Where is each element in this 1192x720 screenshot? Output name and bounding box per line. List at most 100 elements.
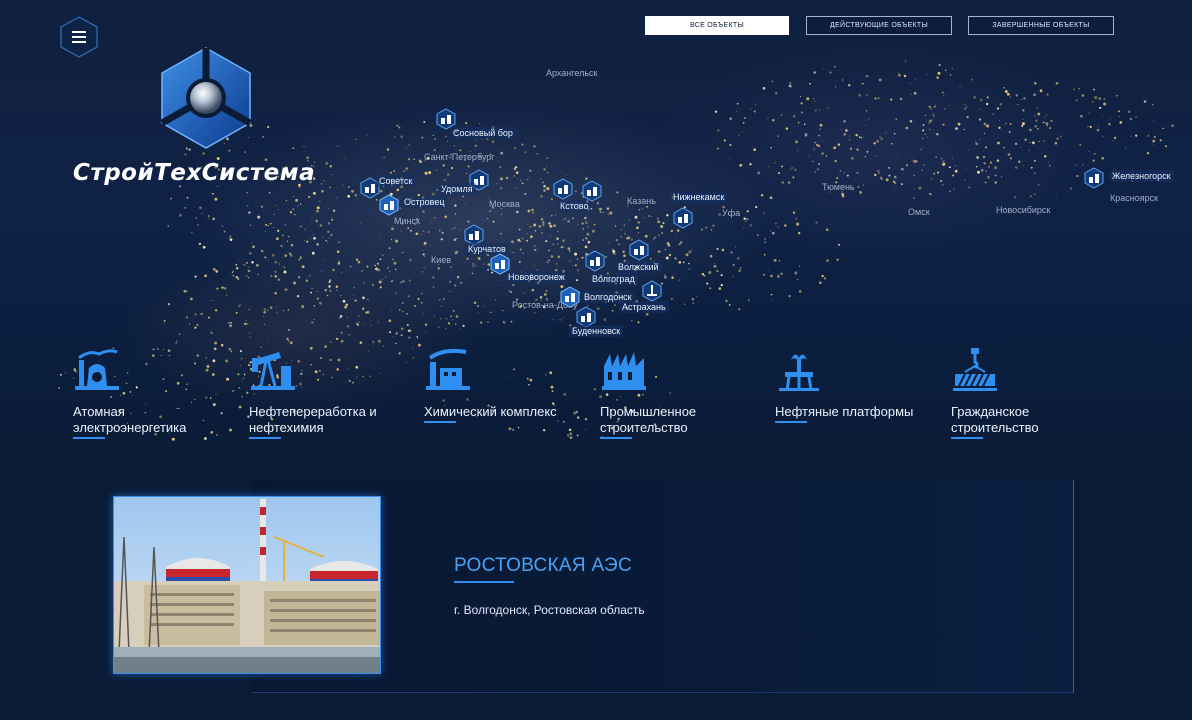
city-light-dot: [325, 161, 329, 165]
city-light-dot: [979, 138, 981, 141]
city-light-dot: [646, 205, 649, 208]
marker-kstovo-2[interactable]: [582, 180, 602, 202]
filter-active-objects-button[interactable]: ДЕЙСТВУЮЩИЕ ОБЪЕКТЫ: [806, 16, 952, 35]
city-light-dot: [848, 139, 850, 141]
project-title[interactable]: РОСТОВСКАЯ АЭС: [454, 555, 632, 577]
city-light-dot: [437, 267, 441, 270]
marker-label-kstovo[interactable]: Кстово: [557, 200, 592, 212]
marker-label-nizhnekamsk[interactable]: Нижнекамск: [670, 191, 728, 203]
city-light-dot: [1164, 145, 1168, 148]
category-nuclear[interactable]: Атомная электроэнергетика: [73, 346, 233, 439]
category-oil-platforms[interactable]: Нефтяные платформы: [775, 346, 935, 423]
city-light-dot: [1046, 93, 1049, 96]
category-civil[interactable]: Гражданское строительство: [951, 346, 1111, 439]
city-light-dot: [238, 305, 241, 308]
city-light-dot: [720, 274, 723, 277]
city-light-dot: [420, 234, 422, 236]
city-light-dot: [377, 339, 381, 343]
city-light-dot: [311, 217, 313, 219]
city-light-dot: [841, 129, 843, 131]
city-light-dot: [658, 234, 660, 236]
marker-label-volgograd[interactable]: Волгоград: [589, 273, 638, 285]
city-light-dot: [775, 92, 778, 95]
marker-label-udomlya[interactable]: Удомля: [438, 183, 476, 195]
brand-name: СтройТехСистема: [73, 160, 316, 186]
city-light-dot: [587, 240, 591, 244]
category-chemical[interactable]: Химический комплекс: [424, 346, 584, 423]
project-photo[interactable]: [113, 496, 381, 674]
marker-kstovo[interactable]: [553, 178, 573, 200]
marker-label-budennovsk[interactable]: Буденновск: [569, 325, 624, 337]
menu-button[interactable]: [60, 16, 98, 58]
logo[interactable]: [158, 46, 254, 150]
marker-volzhsky[interactable]: [629, 239, 649, 261]
city-light-dot: [396, 124, 399, 127]
city-light-dot: [865, 74, 869, 78]
marker-volgograd[interactable]: [585, 250, 605, 272]
city-light-dot: [434, 138, 437, 140]
city-light-dot: [794, 168, 797, 172]
marker-label-sosnovy-bor[interactable]: Сосновый бор: [450, 127, 516, 139]
city-light-dot: [582, 239, 584, 241]
city-light-dot: [402, 280, 405, 283]
city-light-dot: [382, 254, 384, 257]
city-light-dot: [971, 79, 973, 81]
city-light-dot: [248, 211, 251, 214]
city-light-dot: [311, 251, 315, 255]
category-industrial[interactable]: Промышленное строительство: [600, 346, 760, 439]
power-plant-photo: [114, 497, 380, 673]
marker-nizhnekamsk[interactable]: [673, 207, 693, 229]
city-light-dot: [862, 184, 864, 186]
city-light-dot: [586, 232, 590, 236]
city-light-dot: [282, 234, 284, 237]
marker-astrakhan[interactable]: [642, 280, 662, 302]
city-light-dot: [366, 134, 368, 136]
city-light-dot: [636, 226, 639, 230]
city-light-dot: [311, 321, 314, 324]
city-light-dot: [277, 229, 280, 232]
filter-all-objects-button[interactable]: ВСЕ ОБЪЕКТЫ: [645, 16, 789, 35]
city-light-dot: [235, 267, 239, 270]
marker-label-novovoronezh[interactable]: Нововоронеж: [505, 271, 568, 283]
category-underline: [951, 437, 983, 439]
city-light-dot: [371, 283, 375, 286]
city-light-dot: [433, 149, 436, 152]
city-light-dot: [795, 217, 798, 220]
city-light-dot: [510, 320, 513, 323]
city-light-dot: [328, 280, 331, 283]
marker-label-zheleznogorsk[interactable]: Железногорск: [1109, 170, 1174, 182]
city-light-dot: [283, 266, 285, 268]
city-light-dot: [1113, 140, 1115, 142]
city-light-dot: [825, 228, 829, 232]
marker-label-sovetsk[interactable]: Советск: [376, 175, 416, 187]
marker-label-astrakhan[interactable]: Астрахань: [619, 301, 669, 313]
city-light-dot: [265, 284, 267, 286]
city-light-dot: [1103, 98, 1106, 100]
city-light-dot: [402, 310, 404, 313]
city-light-dot: [274, 292, 277, 295]
marker-label-ostrovets[interactable]: Островец: [401, 196, 448, 208]
marker-zheleznogorsk[interactable]: [1084, 167, 1104, 189]
city-light-dot: [1005, 122, 1007, 125]
category-label: электроэнергетика: [73, 420, 187, 435]
city-light-dot: [449, 290, 451, 292]
city-light-dot: [577, 241, 579, 243]
city-light-dot: [1069, 187, 1072, 190]
city-light-dot: [400, 135, 403, 138]
city-light-dot: [538, 225, 542, 228]
city-light-dot: [924, 114, 927, 116]
city-light-dot: [292, 147, 295, 150]
marker-volgodonsk[interactable]: [560, 286, 580, 308]
city-light-dot: [1101, 156, 1105, 160]
city-light-dot: [486, 217, 489, 220]
city-light-dot: [614, 304, 616, 307]
marker-label-volzhsky[interactable]: Волжский: [615, 261, 662, 273]
city-light-dot: [974, 141, 977, 143]
city-light-dot: [432, 134, 434, 136]
marker-ostrovets[interactable]: [379, 194, 399, 216]
city-light-dot: [348, 334, 350, 336]
category-oil-refining[interactable]: Нефтепереработка и нефтехимия: [249, 346, 409, 439]
city-light-dot: [612, 249, 616, 253]
filter-completed-objects-button[interactable]: ЗАВЕРШЕННЫЕ ОБЪЕКТЫ: [968, 16, 1114, 35]
city-light-dot: [607, 242, 609, 244]
